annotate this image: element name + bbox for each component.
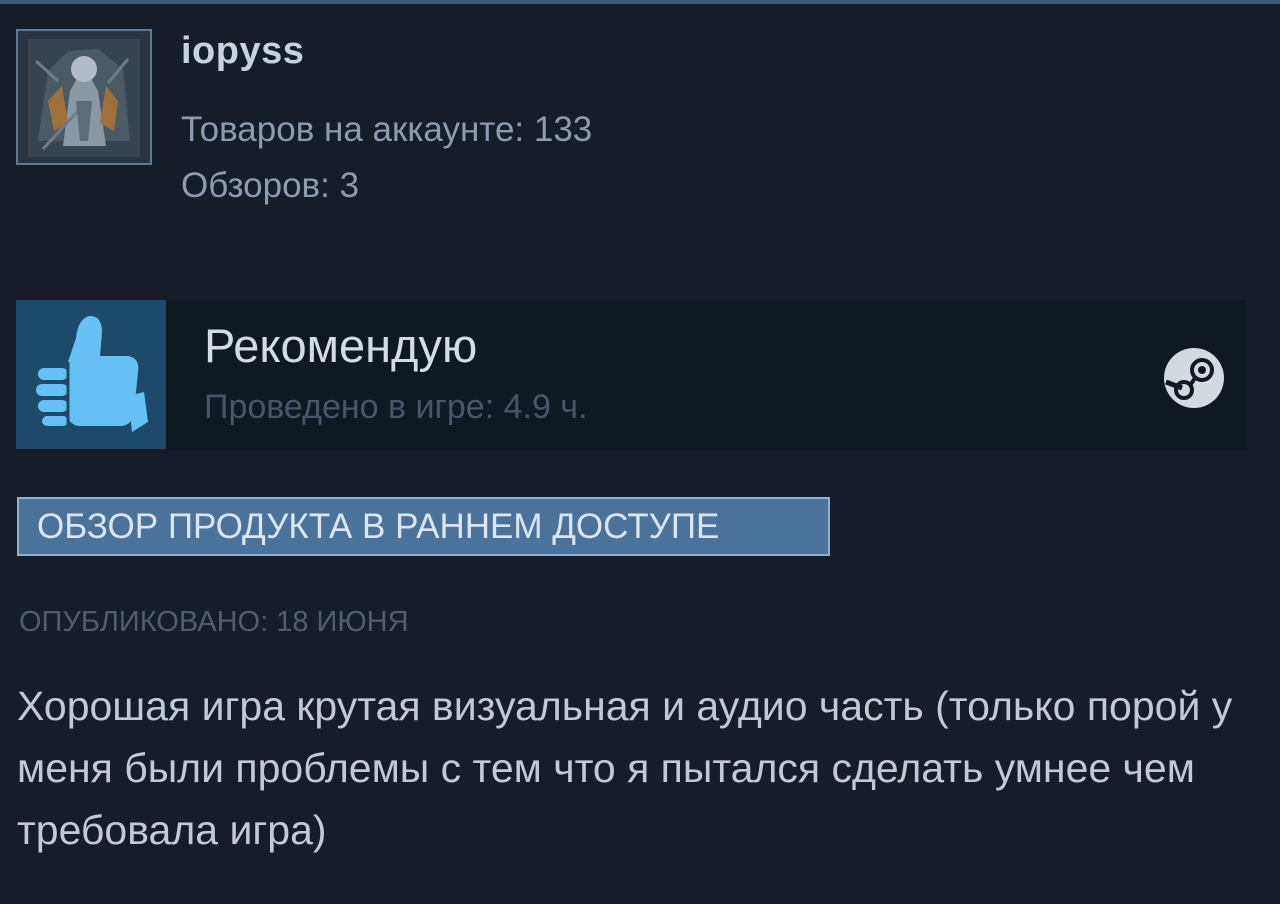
username[interactable]: iopyss [181, 30, 304, 73]
avatar[interactable] [16, 29, 152, 165]
early-access-badge: ОБЗОР ПРОДУКТА В РАННЕМ ДОСТУПЕ [17, 497, 830, 556]
playtime: Проведено в игре: 4.9 ч. [204, 388, 588, 426]
thumbs-up-icon [16, 300, 166, 449]
products-count[interactable]: Товаров на аккаунте: 133 [181, 110, 592, 150]
reviews-count[interactable]: Обзоров: 3 [181, 166, 359, 206]
steam-icon [1162, 346, 1226, 410]
review-text: Хорошая игра крутая визуальная и аудио ч… [17, 683, 1233, 853]
posted-date: ОПУБЛИКОВАНО: 18 ИЮНЯ [19, 606, 409, 638]
top-divider [0, 0, 1280, 4]
review-page: iopyss Товаров на аккаунте: 133 Обзоров:… [0, 0, 1280, 904]
recommendation-title: Рекомендую [204, 319, 478, 372]
recommendation-box: Рекомендую Проведено в игре: 4.9 ч. [16, 300, 1245, 449]
